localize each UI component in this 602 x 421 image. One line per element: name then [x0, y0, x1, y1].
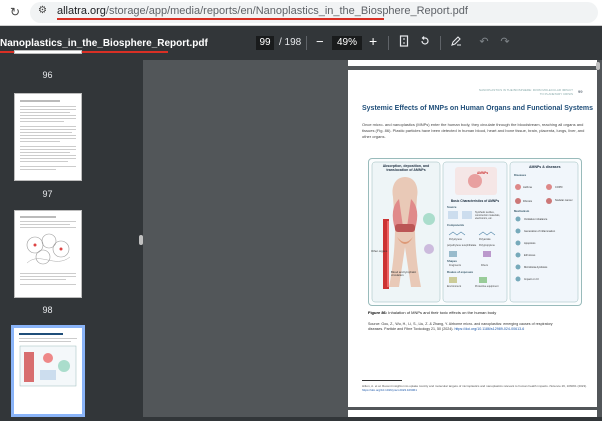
body-paragraph: Once micro- and nanoplastics (MNPs) ente…	[362, 122, 585, 139]
figure-section: Source	[447, 205, 457, 209]
mechanism-label: Microbiota dysbiosis	[524, 266, 548, 269]
page-number: 99	[578, 89, 583, 94]
mechanism-label: ER stress	[524, 254, 536, 257]
figure-panel-title-right: AMNPs & diseases	[529, 165, 561, 169]
mechanism-label: Impact on CI	[524, 278, 539, 281]
figure-panel-title-center: Basic Characteristics of AMNPs	[450, 199, 500, 203]
zoom-out-button[interactable]: −	[316, 34, 324, 49]
figure-label: Fibers	[481, 264, 488, 267]
toolbar-divider	[388, 36, 389, 50]
figure-panel-title-left: Absorption, deposition, and translocatio…	[382, 164, 430, 172]
zoom-level-input[interactable]: 49%	[332, 36, 362, 50]
rotate-icon[interactable]	[418, 35, 432, 49]
address-bar: ↻ ⚙ allatra.org/storage/app/media/report…	[0, 0, 602, 26]
figure-label: Protective equipment	[475, 285, 499, 288]
footnote: Hilton, A. et al. Recent insights into u…	[362, 384, 587, 392]
page-number-input[interactable]: 99	[256, 36, 274, 50]
figure-label: Environment	[447, 285, 462, 288]
disease-label: Fibrosis	[523, 200, 533, 203]
page-total: / 198	[279, 37, 302, 48]
figure-section: Routes of exposure	[447, 270, 474, 274]
thumbnail-page-95[interactable]	[14, 50, 82, 54]
section-heading: Systemic Effects of MNPs on Human Organs…	[362, 105, 594, 112]
viewer-scrollbar-thumb[interactable]	[596, 62, 600, 70]
figure-86: Absorption, deposition, and translocatio…	[368, 158, 582, 306]
annotate-pen-icon[interactable]	[449, 35, 463, 49]
figure-section: Shapes	[447, 259, 457, 263]
figure-label: Polypropylene	[479, 244, 495, 247]
pdf-viewer-area: NANOPLASTICS IN THE BIOSPHERE: FROM MOLE…	[143, 60, 602, 417]
url-text[interactable]: allatra.org/storage/app/media/reports/en…	[57, 5, 468, 17]
thumbnail-label: 96	[42, 70, 53, 80]
thumbnail-label: 98	[42, 305, 53, 315]
toolbar-divider	[306, 36, 307, 50]
source-doi-link[interactable]: https://doi.org/10.1186/s12989-024-00613…	[454, 327, 524, 331]
zoom-in-button[interactable]: +	[369, 33, 377, 49]
figure-caption: Figure 86: Inhalation of MNPs and their …	[368, 310, 497, 315]
document-title: Nanoplastics_in_the_Biosphere_Report.pdf	[0, 38, 208, 49]
figure-section: Mechanism	[514, 209, 530, 213]
disease-label: Asthma	[523, 186, 532, 189]
mechanism-label: Apoptosis	[524, 242, 536, 245]
thumbnail-page-99-selected[interactable]	[11, 325, 85, 417]
next-page-edge	[348, 410, 597, 417]
figure-label: Synthetic textiles, construction materia…	[475, 211, 501, 220]
figure-source: Source: Gou, Z., Wu, H., Li, S., Liu, Z.…	[368, 322, 553, 331]
thumbnail-page-97[interactable]	[14, 93, 82, 181]
disease-label: COPD	[555, 186, 563, 189]
mechanism-label: Oxidative imbalance	[524, 218, 548, 221]
figure-badge: AMNPs	[477, 171, 489, 175]
footnote-doi-link[interactable]: https://doi.org/10.1016/j.isci.2023.1060…	[362, 388, 417, 392]
redo-icon[interactable]: ↷	[498, 35, 512, 49]
undo-icon[interactable]: ↶	[477, 35, 491, 49]
thumbnail-page-98[interactable]	[14, 210, 82, 298]
pdf-toolbar: Nanoplastics_in_the_Biosphere_Report.pdf…	[0, 26, 602, 60]
figure-label: Polystyrene	[449, 238, 463, 241]
pdf-page-99: NANOPLASTICS IN THE BIOSPHERE: FROM MOLE…	[348, 70, 597, 407]
fit-page-icon[interactable]	[397, 35, 411, 49]
thumbnail-label: 97	[42, 189, 53, 199]
figure-label: polyethylene terephthalate	[447, 244, 477, 247]
disease-label: Nodular cancer	[555, 199, 573, 202]
figure-label: Other organs	[371, 249, 388, 253]
toolbar-divider	[440, 36, 441, 50]
reload-icon[interactable]: ↻	[10, 5, 20, 19]
url-highlight-underline	[57, 18, 384, 20]
mechanism-label: Generation of inflammation	[524, 230, 556, 233]
previous-page-edge	[348, 60, 597, 66]
footnote-divider	[362, 380, 402, 381]
figure-section: Diseases	[514, 173, 527, 177]
site-info-icon[interactable]: ⚙	[38, 5, 47, 16]
running-header: NANOPLASTICS IN THE BIOSPHERE: FROM MOLE…	[478, 88, 573, 96]
figure-section: Components	[447, 223, 465, 227]
figure-label: Fragments	[449, 264, 461, 267]
figure-label: Blood and lymphatic circulation	[391, 270, 417, 278]
thumbnail-sidebar: 96 97 98	[0, 50, 143, 417]
figure-label: Polyamide	[479, 238, 491, 241]
